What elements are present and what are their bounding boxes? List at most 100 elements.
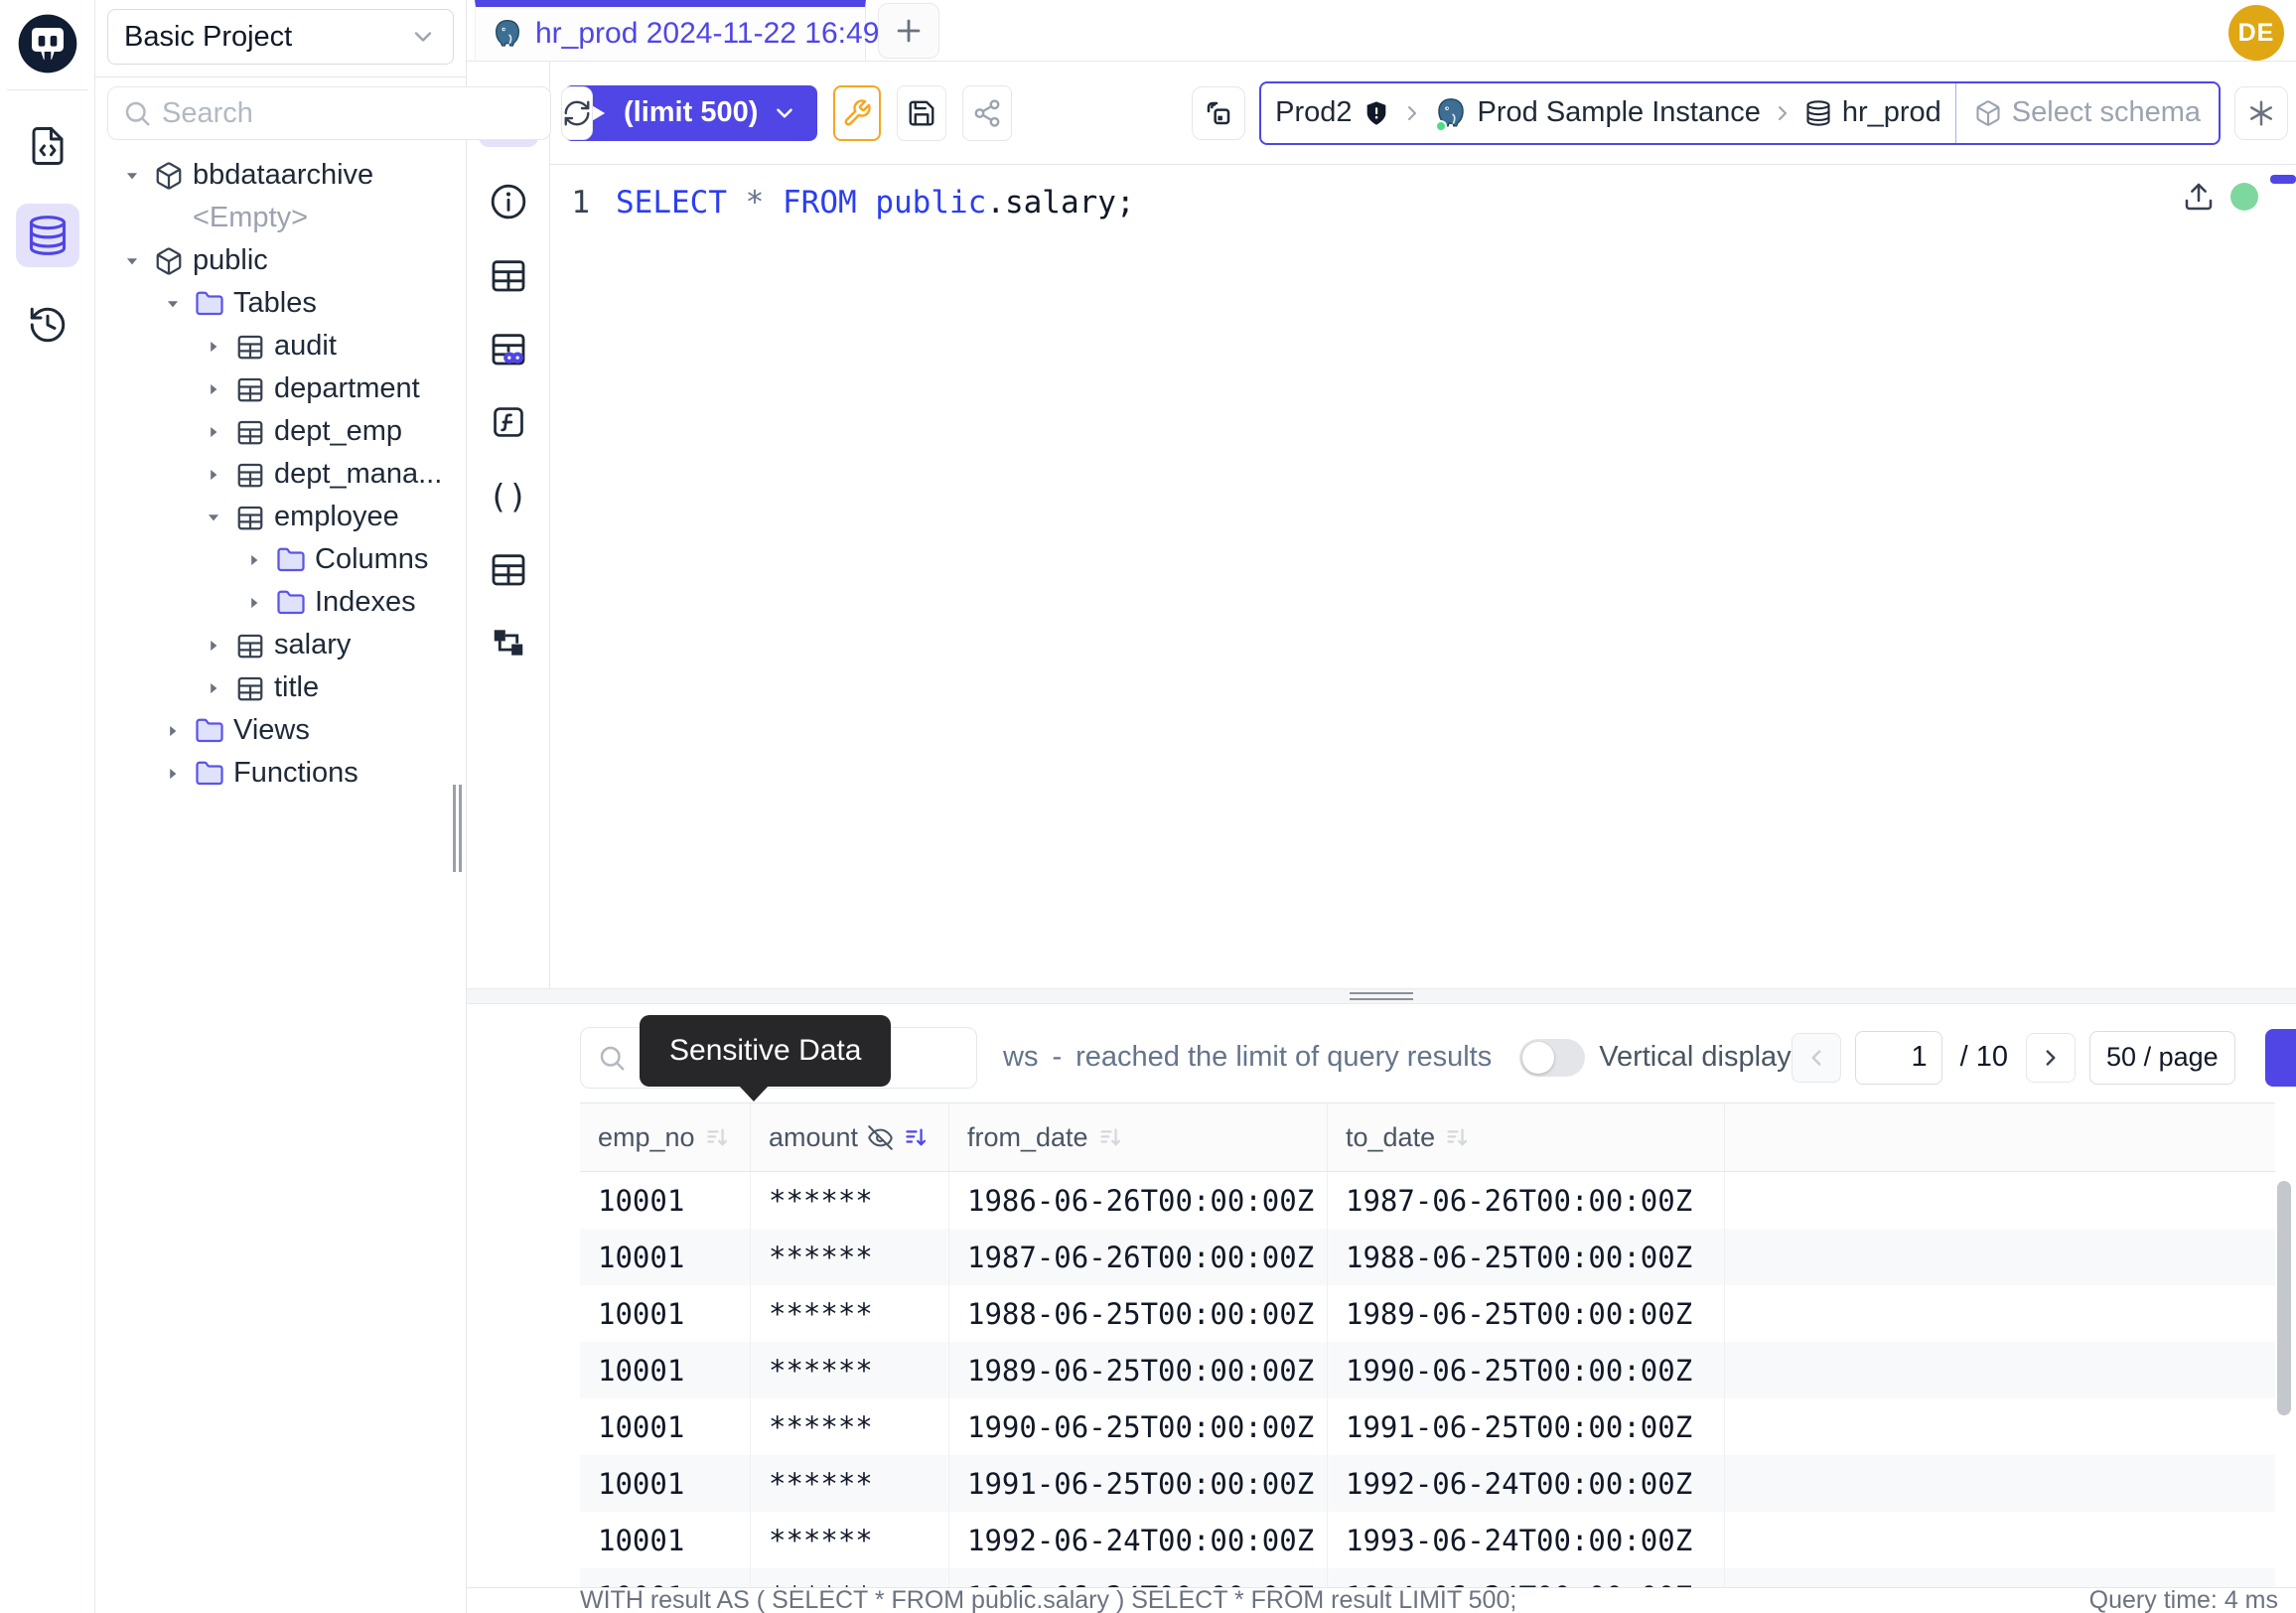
tree-item-label: Tables [233,287,317,320]
tables-panel-button[interactable] [467,238,550,312]
sort-icon[interactable] [1097,1124,1124,1151]
tree-item-label: department [274,372,420,405]
ai-assistant-button[interactable] [2234,86,2288,140]
table-row[interactable]: 10001******1991-06-25T00:00:00Z1992-06-2… [580,1455,2275,1512]
tree-item-audit[interactable]: audit [95,325,466,367]
table-row[interactable]: 10001******1987-06-26T00:00:00Z1988-06-2… [580,1229,2275,1285]
table-row[interactable]: 10001******1990-06-25T00:00:00Z1991-06-2… [580,1398,2275,1455]
tree-item-department[interactable]: department [95,367,466,410]
functions-panel-button[interactable] [467,385,550,459]
sort-icon[interactable] [903,1124,930,1151]
caret-right-icon[interactable] [201,423,226,441]
tree-item-dept-emp[interactable]: dept_emp [95,410,466,453]
table-cell [1725,1512,2275,1568]
caret-right-icon[interactable] [201,637,226,655]
schema-diagram-icon [490,624,527,661]
refresh-button[interactable] [561,86,593,140]
upload-icon[interactable] [2183,181,2215,213]
tree-item-tables[interactable]: Tables [95,282,466,325]
sidebar-item-history[interactable] [16,293,79,357]
sidebar-item-databases[interactable] [16,204,79,267]
vertical-display-toggle[interactable] [1519,1039,1585,1077]
external-tables-panel-button[interactable] [467,532,550,606]
tree-item-empty[interactable]: <Empty> [95,197,466,239]
page-size-value: 50 / page [2106,1042,2219,1073]
caret-right-icon[interactable] [241,551,267,569]
batch-query-button[interactable] [1192,86,1245,140]
tree-item-bbdataarchive[interactable]: bbdataarchive [95,154,466,197]
panel-resize-handle[interactable] [453,785,463,872]
caret-right-icon[interactable] [241,594,267,612]
caret-right-icon[interactable] [201,338,226,356]
caret-down-icon[interactable] [201,509,226,526]
info-panel-button[interactable] [467,165,550,238]
caret-right-icon[interactable] [201,466,226,484]
tree-item-label: salary [274,629,351,661]
sidebar-item-worksheets[interactable] [16,114,79,178]
results-toolbar: ws-reached the limit of query results Ve… [580,1004,2296,1102]
table-cell [1725,1455,2275,1512]
bytebase-logo[interactable] [16,12,79,75]
caret-down-icon[interactable] [119,252,145,270]
table-row[interactable]: 10001******1993-06-24T00:00:00Z1994-06-2… [580,1568,2275,1587]
caret-down-icon[interactable] [119,167,145,185]
table-cell: 1992-06-24T00:00:00Z [949,1512,1328,1568]
connection-context[interactable]: Prod2 [1261,83,1955,143]
tree-item-dept-mana[interactable]: dept_mana... [95,453,466,496]
page-number-input[interactable] [1855,1031,1942,1085]
tab-hr-prod[interactable]: hr_prod 2024-11-22 16:49 [475,0,866,61]
tree-item-views[interactable]: Views [95,709,466,752]
postgres-icon [1434,96,1468,130]
caret-down-icon[interactable] [160,295,186,313]
table-row[interactable]: 10001******1986-06-26T00:00:00Z1987-06-2… [580,1172,2275,1229]
masked-tables-panel-button[interactable] [467,312,550,385]
table-icon [233,374,267,404]
caret-right-icon[interactable] [160,722,186,740]
caret-right-icon[interactable] [201,679,226,697]
save-button[interactable] [897,85,946,141]
table-cell: 1993-06-24T00:00:00Z [1328,1512,1725,1568]
table-row[interactable]: 10001******1989-06-25T00:00:00Z1990-06-2… [580,1342,2275,1398]
prev-page-button[interactable] [1792,1033,1841,1083]
page-size-select[interactable]: 50 / page [2089,1031,2235,1085]
caret-right-icon[interactable] [201,380,226,398]
new-tab-button[interactable] [878,3,939,59]
expand-results-button[interactable] [2265,1029,2296,1087]
column-header-from-date[interactable]: from_date [949,1103,1328,1171]
table-cell: 1988-06-25T00:00:00Z [949,1285,1328,1342]
sql-editor[interactable]: 1 SELECT * FROM public.salary; [550,165,2296,988]
column-name: from_date [967,1122,1088,1153]
run-query-button[interactable]: (limit 500) [564,85,817,141]
user-avatar[interactable]: DE [2228,5,2284,61]
tree-item-employee[interactable]: employee [95,496,466,538]
column-header-emp-no[interactable]: emp_no [580,1103,751,1171]
select-schema-button[interactable]: Select schema [1956,83,2219,143]
next-page-button[interactable] [2026,1033,2076,1083]
column-header-to-date[interactable]: to_date [1328,1103,1725,1171]
format-wrench-button[interactable] [833,85,881,141]
column-header-amount[interactable]: amount [751,1103,949,1171]
sort-icon[interactable] [1444,1124,1471,1151]
schema-diagram-button[interactable] [467,606,550,679]
table-row[interactable]: 10001******1992-06-24T00:00:00Z1993-06-2… [580,1512,2275,1568]
results-grid-header: emp_noamount from_date to_date [580,1102,2275,1172]
tree-item-indexes[interactable]: Indexes [95,581,466,624]
tree-item-salary[interactable]: salary [95,624,466,666]
results-scrollbar-thumb[interactable] [2277,1181,2291,1415]
tree-item-public[interactable]: public [95,239,466,282]
tree-search-input[interactable] [162,97,536,130]
procedures-panel-button[interactable]: () [467,459,550,532]
editor-scrollbar-thumb[interactable] [2270,175,2296,184]
tree-item-columns[interactable]: Columns [95,538,466,581]
tooltip-text: Sensitive Data [669,1034,861,1068]
share-button[interactable] [962,85,1012,141]
project-selector[interactable]: Basic Project [107,9,454,65]
run-button-label: (limit 500) [624,96,758,129]
panel-splitter[interactable] [467,988,2296,1004]
tree-item-label: bbdataarchive [193,159,373,192]
table-row[interactable]: 10001******1988-06-25T00:00:00Z1989-06-2… [580,1285,2275,1342]
caret-right-icon[interactable] [160,765,186,783]
tree-item-title[interactable]: title [95,666,466,709]
tree-item-functions[interactable]: Functions [95,752,466,795]
sort-icon[interactable] [704,1124,731,1151]
